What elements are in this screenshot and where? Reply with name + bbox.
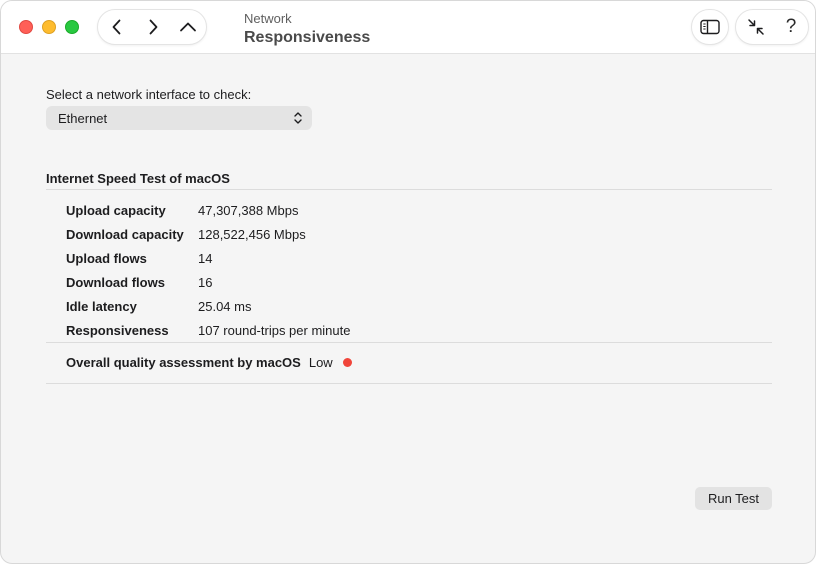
- forward-button[interactable]: [135, 10, 171, 44]
- overall-assessment: Overall quality assessment by macOS Low: [66, 355, 352, 370]
- chevron-up-icon: [180, 22, 196, 32]
- divider: [46, 342, 772, 343]
- zoom-window-button[interactable]: [65, 20, 79, 34]
- result-value: 47,307,388 Mbps: [198, 202, 299, 218]
- up-button[interactable]: [170, 10, 206, 44]
- result-value: 14: [198, 250, 213, 266]
- toolbar-right-group: ?: [735, 9, 809, 45]
- result-row-download-capacity: Download capacity 128,522,456 Mbps: [66, 222, 350, 246]
- result-row-download-flows: Download flows 16: [66, 270, 350, 294]
- navigation-group: [97, 9, 207, 45]
- interface-select[interactable]: Ethernet: [46, 106, 312, 130]
- result-label: Download flows: [66, 274, 165, 290]
- run-test-button[interactable]: Run Test: [695, 487, 772, 510]
- result-value: 107 round-trips per minute: [198, 322, 351, 338]
- window-title: Network Responsiveness: [244, 11, 370, 48]
- result-row-idle-latency: Idle latency 25.04 ms: [66, 294, 350, 318]
- divider: [46, 383, 772, 384]
- chevron-right-icon: [149, 19, 158, 35]
- result-label: Responsiveness: [66, 322, 169, 338]
- result-row-upload-capacity: Upload capacity 47,307,388 Mbps: [66, 198, 350, 222]
- divider: [46, 189, 772, 190]
- sidebar-toggle-button[interactable]: [691, 9, 729, 45]
- interface-select-value: Ethernet: [58, 111, 108, 126]
- result-value: 25.04 ms: [198, 298, 252, 314]
- sidebar-toggle-icon: [700, 19, 720, 35]
- collapse-arrows-icon: [748, 19, 764, 35]
- result-row-responsiveness: Responsiveness 107 round-trips per minut…: [66, 318, 350, 342]
- result-label: Upload capacity: [66, 202, 166, 218]
- result-label: Idle latency: [66, 298, 137, 314]
- results-list: Upload capacity 47,307,388 Mbps Download…: [66, 198, 350, 342]
- chevron-left-icon: [112, 19, 121, 35]
- window-title-main: Responsiveness: [244, 29, 371, 46]
- status-dot-icon: [342, 358, 352, 367]
- back-button[interactable]: [99, 10, 135, 44]
- updown-chevron-icon: [294, 112, 302, 124]
- result-value: 128,522,456 Mbps: [198, 226, 306, 242]
- title-bar: Network Responsiveness ?: [1, 1, 815, 54]
- overall-assessment-value: Low: [308, 355, 333, 370]
- window-subtitle: Network: [244, 11, 292, 26]
- results-title: Internet Speed Test of macOS: [46, 171, 230, 186]
- result-label: Upload flows: [66, 250, 147, 266]
- collapse-button[interactable]: [740, 10, 772, 44]
- overall-assessment-label: Overall quality assessment by macOS: [66, 355, 301, 370]
- close-window-button[interactable]: [19, 20, 33, 34]
- minimize-window-button[interactable]: [42, 20, 56, 34]
- interface-select-label: Select a network interface to check:: [46, 87, 252, 102]
- help-button[interactable]: ?: [776, 10, 806, 44]
- result-row-upload-flows: Upload flows 14: [66, 246, 350, 270]
- result-value: 16: [198, 274, 213, 290]
- result-label: Download capacity: [66, 226, 184, 242]
- app-window: Network Responsiveness ? Select a networ…: [0, 0, 816, 564]
